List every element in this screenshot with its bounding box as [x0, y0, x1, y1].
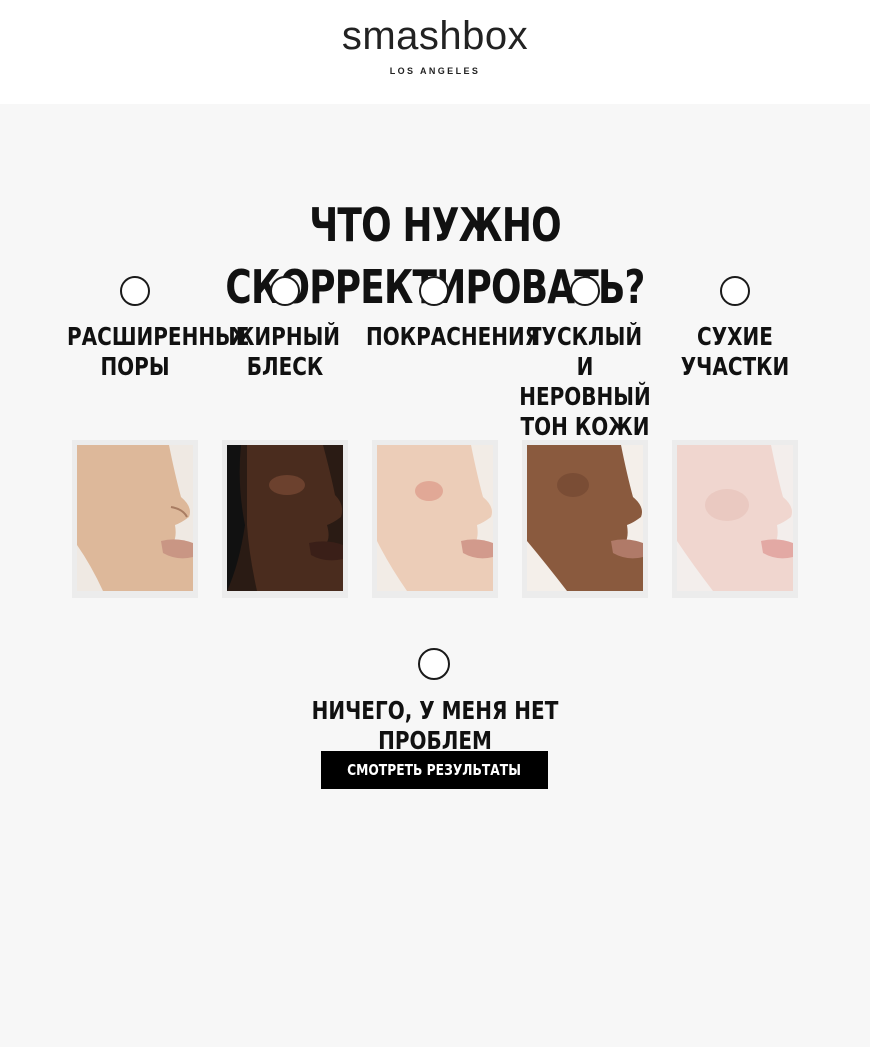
radio-dull-uneven-tone[interactable] [570, 276, 600, 306]
option-image-dull-uneven-tone[interactable] [522, 440, 648, 598]
option-label-redness[interactable]: ПОКРАСНЕНИЯ [366, 322, 540, 352]
option-image-redness[interactable] [372, 440, 498, 598]
option-image-enlarged-pores[interactable] [72, 440, 198, 598]
option-label-dull-uneven-tone[interactable]: ТУСКЛЫЙ И НЕРОВНЫЙ ТОН КОЖИ [517, 322, 653, 442]
radio-oily-shine[interactable] [270, 276, 300, 306]
face-photo-pores [77, 445, 193, 591]
option-label-no-concerns[interactable]: НИЧЕГО, У МЕНЯ НЕТ ПРОБЛЕМ [275, 696, 595, 756]
option-image-dry-patches[interactable] [672, 440, 798, 598]
see-results-button[interactable]: СМОТРЕТЬ РЕЗУЛЬТАТЫ [321, 751, 548, 789]
radio-dry-patches[interactable] [720, 276, 750, 306]
face-photo-dry [677, 445, 793, 591]
face-photo-dull-tone [527, 445, 643, 591]
brand-logo[interactable]: smashbox [0, 14, 870, 59]
option-image-oily-shine[interactable] [222, 440, 348, 598]
site-header: smashbox LOS ANGELES [0, 0, 870, 104]
radio-redness[interactable] [419, 276, 449, 306]
option-label-oily-shine[interactable]: ЖИРНЫЙ БЛЕСК [217, 322, 353, 382]
option-label-dry-patches[interactable]: СУХИЕ УЧАСТКИ [667, 322, 803, 382]
face-photo-oily [227, 445, 343, 591]
option-label-enlarged-pores[interactable]: РАСШИРЕННЫЕ ПОРЫ [67, 322, 249, 382]
radio-enlarged-pores[interactable] [120, 276, 150, 306]
brand-tagline: LOS ANGELES [389, 66, 481, 76]
radio-no-concerns[interactable] [418, 648, 450, 680]
face-photo-redness [377, 445, 493, 591]
